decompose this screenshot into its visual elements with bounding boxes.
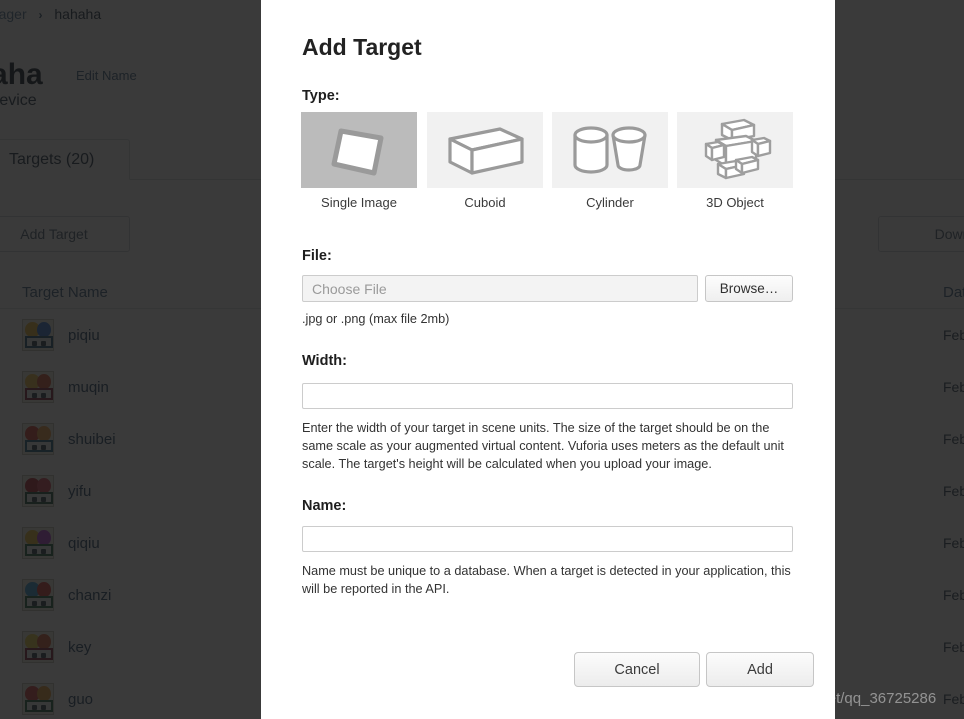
name-input[interactable]: [302, 526, 793, 552]
target-type-picker: Single Image Cuboid Cylinder 3D Object: [301, 112, 797, 211]
type-option-label: 3D Object: [706, 195, 764, 210]
width-label: Width:: [302, 353, 347, 369]
file-helper-text: .jpg or .png (max file 2mb): [302, 312, 450, 326]
cuboid-icon: [427, 112, 543, 188]
watermark: https://blog.csdn.net/qq_36725286: [706, 690, 937, 707]
3d-object-icon: [677, 112, 793, 188]
type-option-label: Single Image: [321, 195, 397, 210]
type-label: Type:: [302, 88, 340, 104]
add-button[interactable]: Add: [706, 652, 814, 687]
type-option-cuboid[interactable]: Cuboid: [427, 112, 543, 210]
type-option-label: Cylinder: [586, 195, 634, 210]
single-image-icon: [301, 112, 417, 188]
dialog-title: Add Target: [302, 34, 422, 60]
add-target-dialog: Add Target Type: Single Image Cuboid Cyl…: [261, 0, 835, 719]
width-helper-text: Enter the width of your target in scene …: [302, 421, 784, 471]
cylinder-icon: [552, 112, 668, 188]
cancel-button[interactable]: Cancel: [574, 652, 700, 687]
name-helper-text: Name must be unique to a database. When …: [302, 564, 791, 596]
width-input[interactable]: [302, 383, 793, 409]
type-option-3d-object[interactable]: 3D Object: [677, 112, 793, 210]
type-option-label: Cuboid: [464, 195, 506, 210]
type-option-single-image[interactable]: Single Image: [301, 112, 417, 210]
browse-button[interactable]: Browse…: [705, 275, 793, 302]
screen-root: get Manager › hahaha ahaha Edit Name e: …: [0, 0, 964, 719]
file-label: File:: [302, 248, 332, 264]
type-option-cylinder[interactable]: Cylinder: [552, 112, 668, 210]
file-input[interactable]: [302, 275, 698, 302]
name-label: Name:: [302, 498, 347, 514]
